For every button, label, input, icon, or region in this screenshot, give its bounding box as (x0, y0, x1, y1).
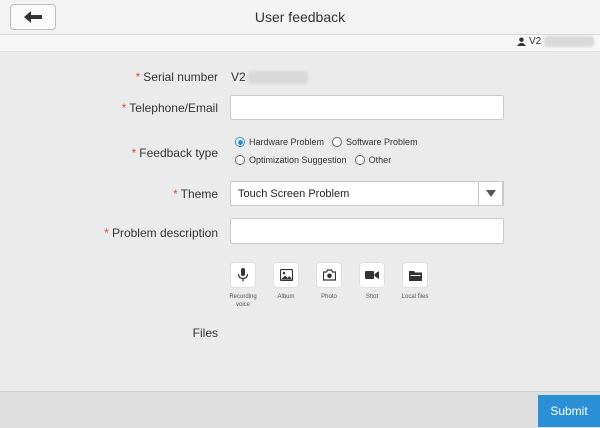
problem-description-label: * Problem description (104, 226, 218, 240)
radio-indicator (354, 155, 365, 165)
microphone-icon (237, 268, 249, 282)
recording-voice-label: Recording voice (229, 294, 257, 308)
local-files-button[interactable] (403, 263, 427, 287)
problem-description-input[interactable] (230, 218, 504, 244)
theme-select[interactable]: Touch Screen Problem (230, 181, 504, 206)
local-files-label: Local files (401, 294, 429, 300)
submit-button[interactable]: Submit (538, 395, 600, 427)
camera-icon (322, 269, 336, 281)
radio-selected-indicator (235, 137, 245, 147)
triangle-down-icon (485, 190, 496, 197)
theme-selected-value: Touch Screen Problem (238, 188, 350, 200)
photo-button[interactable] (317, 263, 341, 287)
user-name-redacted (544, 36, 595, 47)
folder-icon (408, 270, 422, 281)
radio-software-problem[interactable]: Software Problem (332, 137, 418, 147)
user-bar: V2 (0, 35, 600, 52)
top-bar: User feedback (0, 0, 600, 35)
page-title: User feedback (254, 9, 346, 25)
user-icon (517, 37, 526, 46)
theme-dropdown-button[interactable] (478, 181, 503, 206)
feedback-type-row-2: Optimization Suggestion Other (235, 155, 399, 165)
files-label: Files (192, 326, 218, 340)
album-label: Album (277, 294, 295, 300)
user-name: V2 (529, 36, 542, 47)
photo-label: Photo (321, 294, 337, 300)
theme-label: * Theme (172, 187, 218, 201)
user-info: V2 (517, 36, 595, 47)
album-button[interactable] (274, 263, 298, 287)
footer-bar (0, 391, 600, 428)
radio-other[interactable]: Other (354, 155, 391, 165)
serial-number-label: * Serial number (135, 70, 218, 84)
shot-button[interactable] (360, 263, 384, 287)
recording-voice-button[interactable] (231, 263, 255, 287)
feedback-type-label: * Feedback type (131, 146, 218, 160)
contact-label: * Telephone/Email (121, 101, 218, 115)
feedback-type-row-1: Hardware Problem Software Problem (235, 137, 426, 147)
radio-hardware-problem[interactable]: Hardware Problem (235, 137, 324, 147)
shot-label: Shot (365, 294, 379, 300)
radio-optimization-suggestion[interactable]: Optimization Suggestion (235, 155, 347, 165)
video-camera-icon (365, 271, 379, 279)
contact-input[interactable] (230, 95, 504, 120)
image-icon (279, 269, 293, 281)
serial-number-value: V2 (231, 70, 308, 84)
serial-number-redacted (247, 70, 308, 84)
radio-indicator (235, 155, 245, 165)
radio-indicator (332, 137, 343, 147)
